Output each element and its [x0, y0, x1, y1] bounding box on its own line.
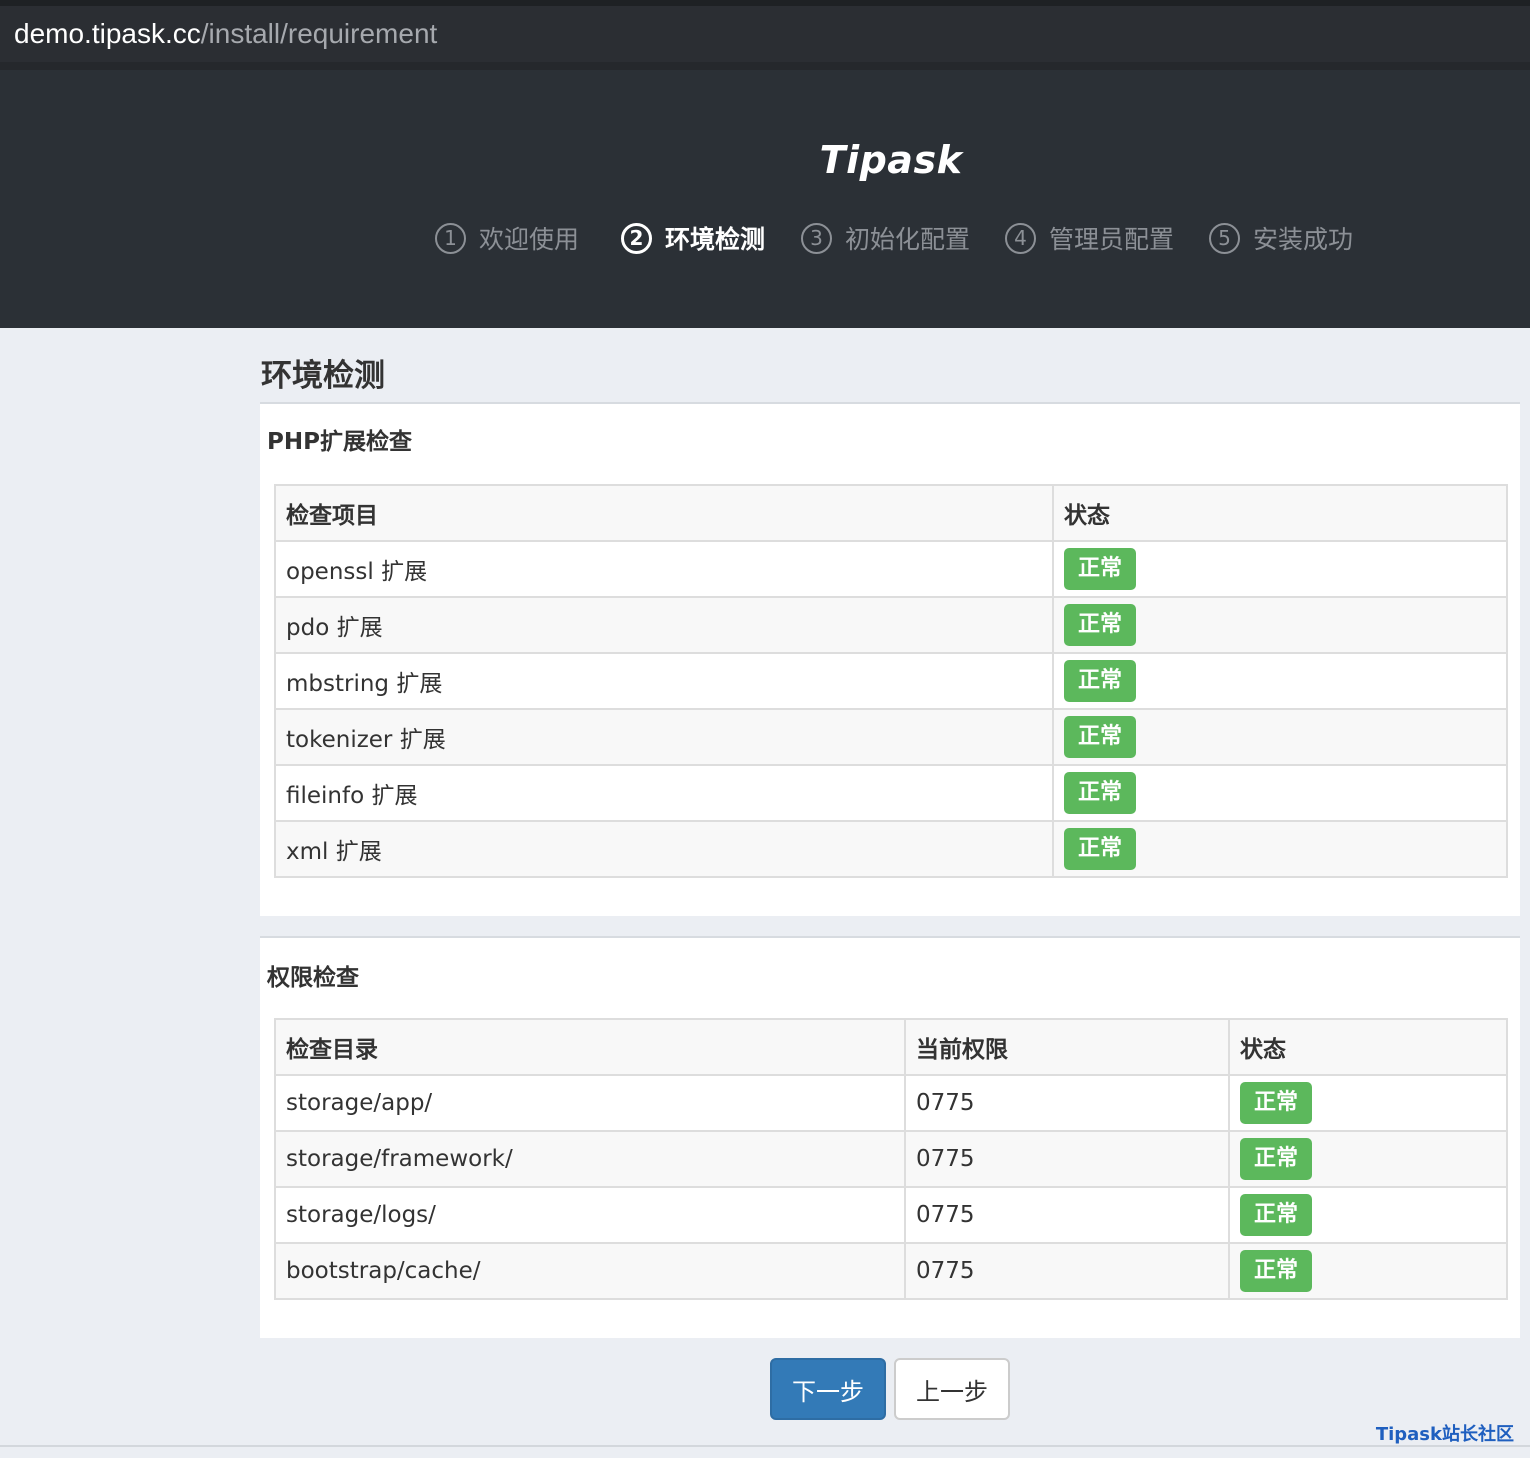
permission-section-title: 权限检查 [267, 965, 359, 991]
step-number: 2 [621, 222, 652, 254]
table-row: storage/logs/ 0775 正常 [274, 1186, 1508, 1244]
status-cell: 正常 [1228, 1074, 1508, 1132]
column-header-directory: 检查目录 [274, 1018, 906, 1076]
table-header-row: 检查项目 状态 [274, 484, 1508, 542]
php-extension-table: 检查项目 状态 openssl 扩展 正常 pdo 扩展 正常 mbstring… [274, 484, 1508, 878]
permission-value: 0775 [904, 1186, 1230, 1244]
status-cell: 正常 [1052, 820, 1508, 878]
permission-panel: 权限检查 检查目录 当前权限 状态 storage/app/ 0775 正常 s… [260, 936, 1520, 1338]
extension-name: tokenizer 扩展 [274, 708, 1054, 766]
status-badge: 正常 [1240, 1138, 1313, 1180]
directory-path: bootstrap/cache/ [274, 1242, 906, 1300]
status-badge: 正常 [1064, 604, 1137, 646]
address-bar[interactable]: demo.tipask.cc/install/requirement [0, 6, 1530, 62]
column-header-permission: 当前权限 [904, 1018, 1230, 1076]
step-label: 欢迎使用 [479, 225, 580, 254]
step-label: 安装成功 [1253, 225, 1354, 254]
status-badge: 正常 [1064, 772, 1137, 814]
extension-name: fileinfo 扩展 [274, 764, 1054, 822]
footer-divider [0, 1445, 1530, 1447]
brand-logo: Tipask [819, 138, 963, 182]
status-badge: 正常 [1064, 660, 1137, 702]
install-steps: 1 欢迎使用 2 环境检测 3 初始化配置 4 管理员配置 5 安装成功 [0, 218, 1530, 258]
php-section-title: PHP扩展检查 [267, 429, 412, 455]
installer-header: Tipask 1 欢迎使用 2 环境检测 3 初始化配置 4 管理员配置 5 安… [0, 70, 1530, 328]
step-admin-config: 4 管理员配置 [1005, 218, 1174, 258]
step-init-config: 3 初始化配置 [801, 218, 970, 258]
status-cell: 正常 [1052, 540, 1508, 598]
status-cell: 正常 [1052, 652, 1508, 710]
table-row: xml 扩展 正常 [274, 820, 1508, 878]
php-extension-panel: PHP扩展检查 检查项目 状态 openssl 扩展 正常 pdo 扩展 正常 … [260, 402, 1520, 916]
table-row: mbstring 扩展 正常 [274, 652, 1508, 710]
table-row: bootstrap/cache/ 0775 正常 [274, 1242, 1508, 1300]
directory-path: storage/logs/ [274, 1186, 906, 1244]
step-welcome: 1 欢迎使用 [435, 218, 579, 258]
column-header-status: 状态 [1052, 484, 1508, 542]
directory-path: storage/framework/ [274, 1130, 906, 1188]
watermark: Tipask站长社区 [1375, 1424, 1514, 1445]
status-cell: 正常 [1052, 708, 1508, 766]
column-header-status: 状态 [1228, 1018, 1508, 1076]
status-badge: 正常 [1064, 716, 1137, 758]
url-path: /install/requirement [200, 18, 438, 49]
step-label: 管理员配置 [1049, 225, 1175, 254]
address-bar-separator [0, 62, 1530, 70]
step-install-success: 5 安装成功 [1209, 218, 1353, 258]
table-row: fileinfo 扩展 正常 [274, 764, 1508, 822]
next-step-button[interactable]: 下一步 [770, 1358, 886, 1420]
step-number: 1 [435, 222, 466, 254]
permission-table: 检查目录 当前权限 状态 storage/app/ 0775 正常 storag… [274, 1018, 1508, 1300]
status-cell: 正常 [1228, 1242, 1508, 1300]
status-badge: 正常 [1064, 828, 1137, 870]
directory-path: storage/app/ [274, 1074, 906, 1132]
step-number: 3 [801, 222, 832, 254]
step-label: 环境检测 [665, 225, 766, 254]
table-row: tokenizer 扩展 正常 [274, 708, 1508, 766]
permission-value: 0775 [904, 1130, 1230, 1188]
table-row: openssl 扩展 正常 [274, 540, 1508, 598]
extension-name: pdo 扩展 [274, 596, 1054, 654]
status-cell: 正常 [1228, 1130, 1508, 1188]
table-row: pdo 扩展 正常 [274, 596, 1508, 654]
status-badge: 正常 [1240, 1194, 1313, 1236]
status-cell: 正常 [1052, 764, 1508, 822]
step-number: 5 [1209, 222, 1240, 254]
extension-name: mbstring 扩展 [274, 652, 1054, 710]
step-number: 4 [1005, 222, 1036, 254]
table-header-row: 检查目录 当前权限 状态 [274, 1018, 1508, 1076]
status-cell: 正常 [1052, 596, 1508, 654]
column-header-item: 检查项目 [274, 484, 1054, 542]
status-badge: 正常 [1240, 1082, 1313, 1124]
previous-step-button[interactable]: 上一步 [894, 1358, 1010, 1420]
status-cell: 正常 [1228, 1186, 1508, 1244]
page-title: 环境检测 [261, 358, 385, 394]
table-row: storage/framework/ 0775 正常 [274, 1130, 1508, 1188]
status-badge: 正常 [1240, 1250, 1313, 1292]
step-environment-check: 2 环境检测 [621, 218, 765, 258]
extension-name: xml 扩展 [274, 820, 1054, 878]
table-row: storage/app/ 0775 正常 [274, 1074, 1508, 1132]
step-label: 初始化配置 [845, 225, 971, 254]
permission-value: 0775 [904, 1242, 1230, 1300]
extension-name: openssl 扩展 [274, 540, 1054, 598]
url-host: demo.tipask.cc [14, 18, 201, 49]
status-badge: 正常 [1064, 548, 1137, 590]
permission-value: 0775 [904, 1074, 1230, 1132]
